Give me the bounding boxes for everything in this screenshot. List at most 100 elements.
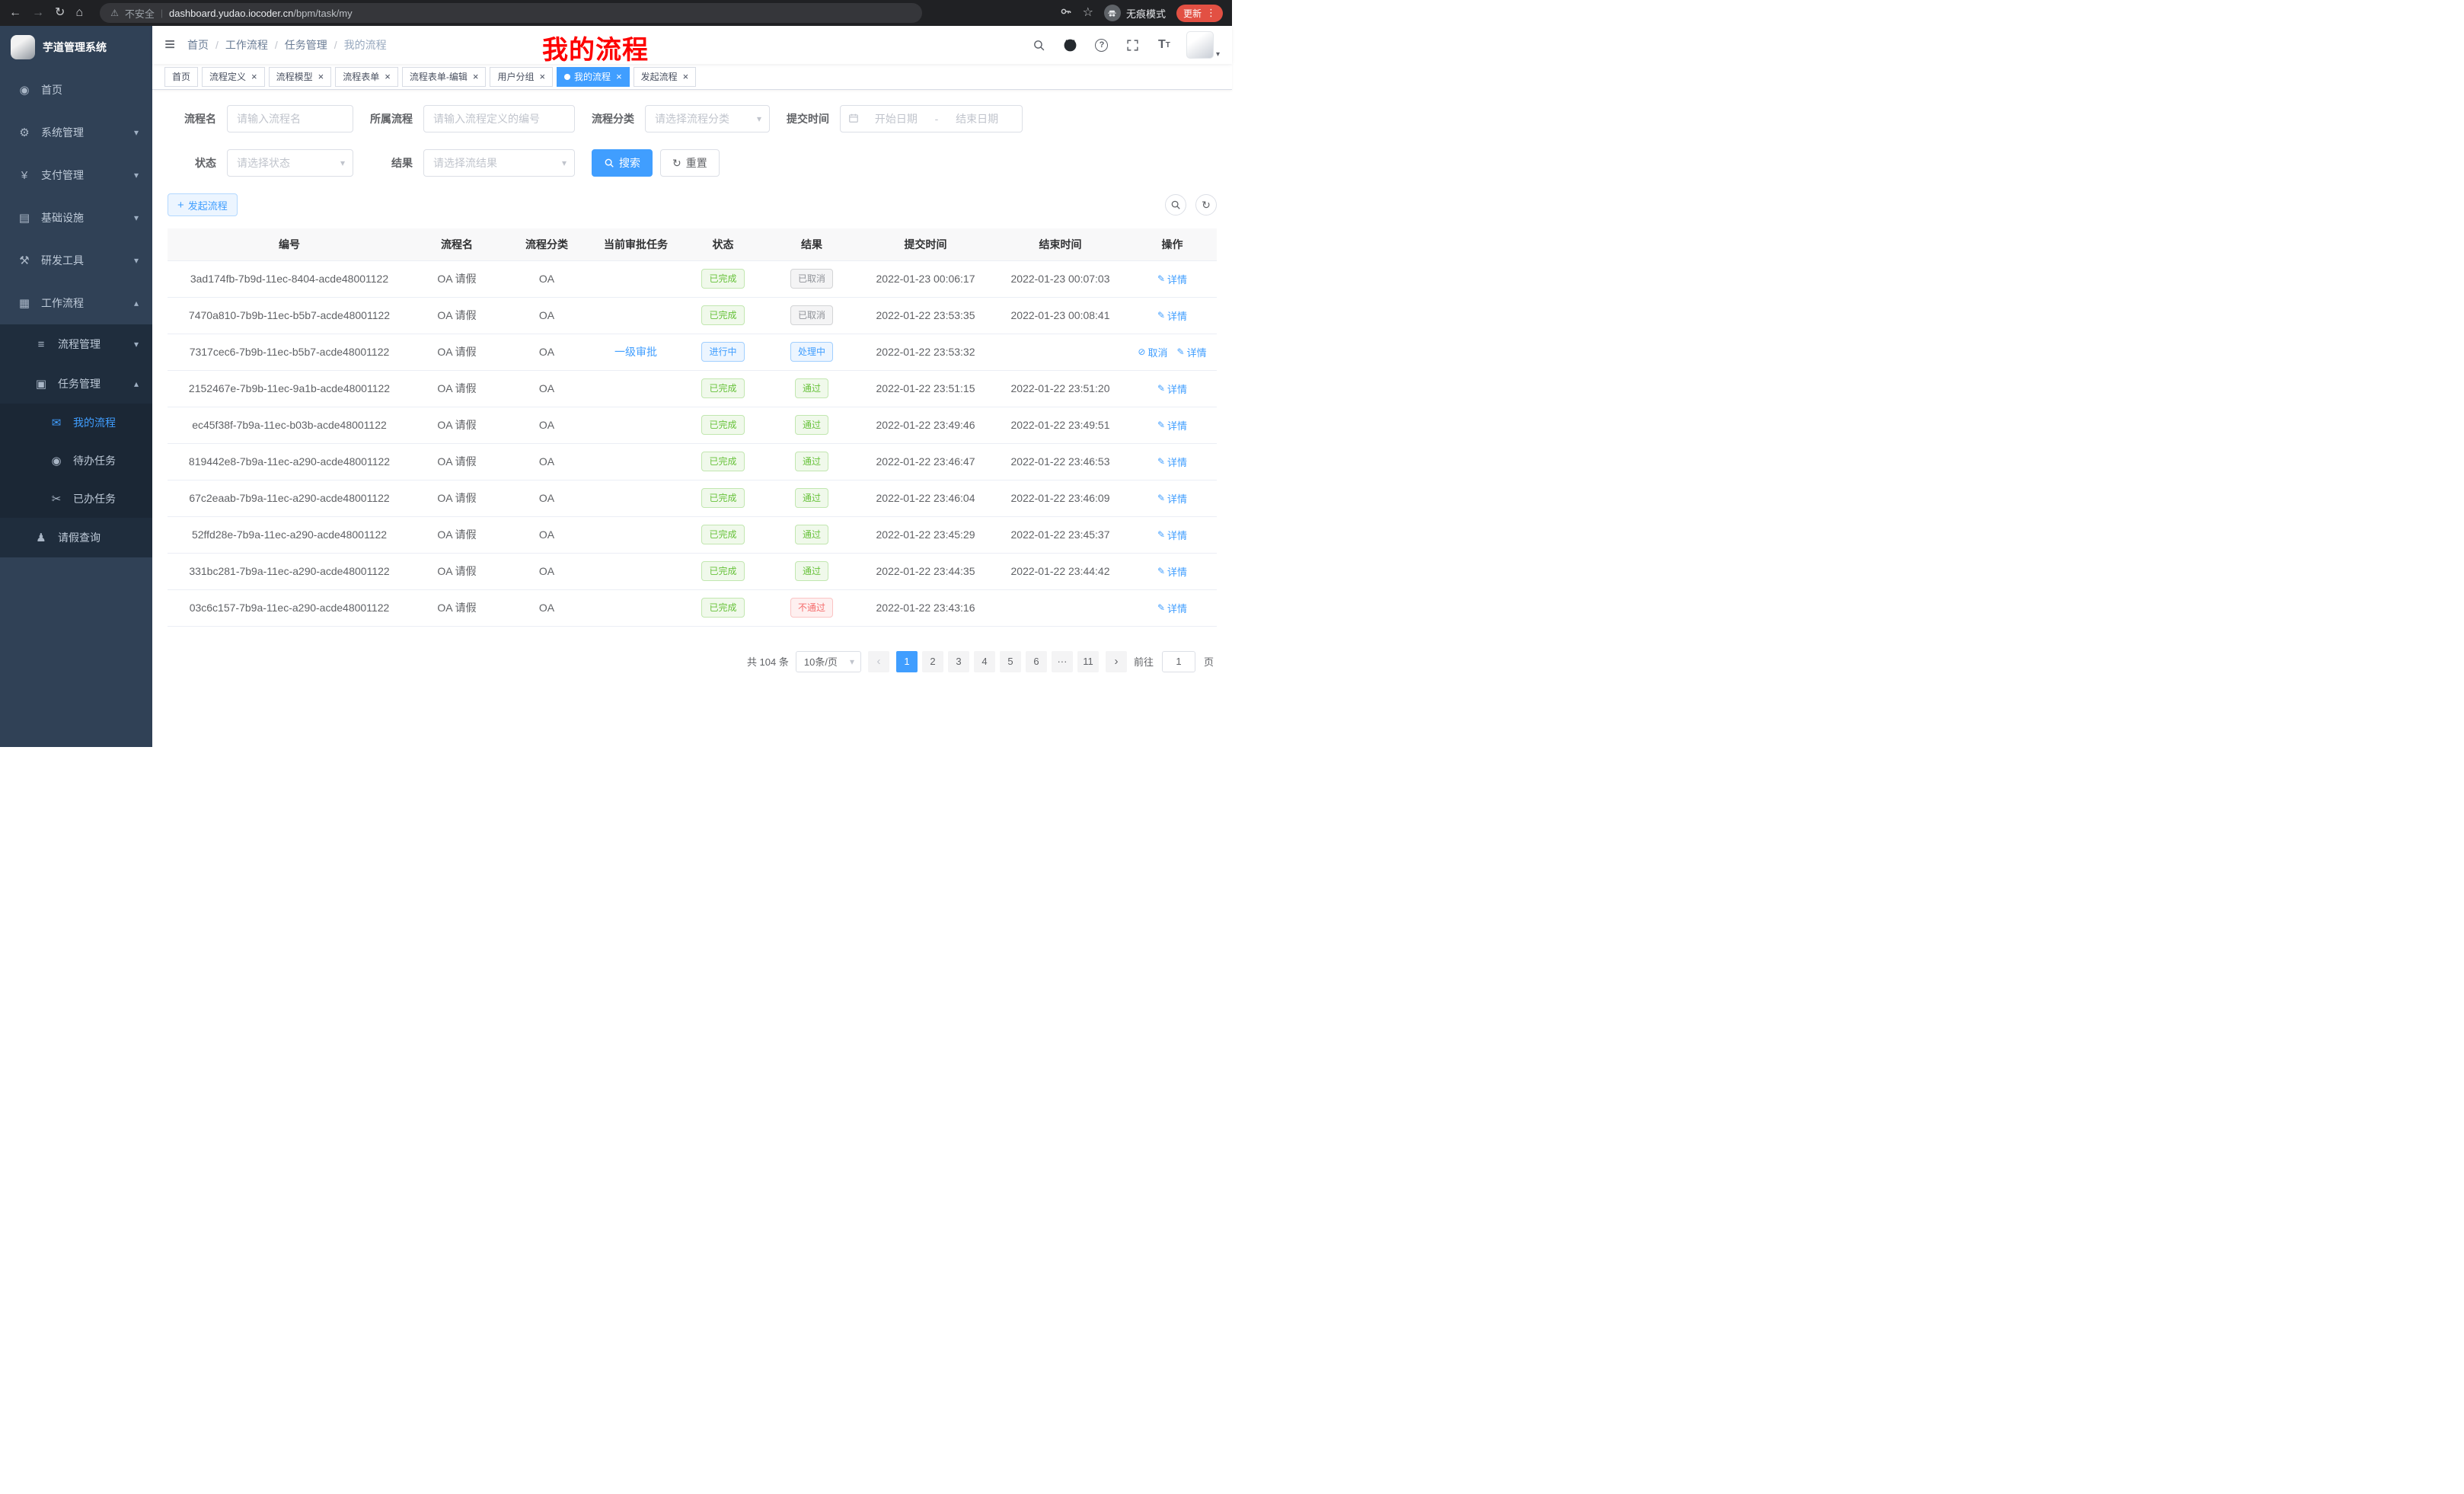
profile-chip[interactable]: 无痕模式 bbox=[1104, 5, 1166, 21]
start-date-placeholder[interactable]: 开始日期 bbox=[859, 111, 934, 126]
create-process-button[interactable]: + 发起流程 bbox=[168, 193, 238, 216]
detail-link[interactable]: ✎详情 bbox=[1157, 381, 1187, 396]
font-size-icon[interactable]: TT bbox=[1155, 36, 1173, 54]
page-button[interactable]: 6 bbox=[1026, 651, 1047, 672]
cell-name: OA 请假 bbox=[411, 480, 503, 516]
update-button[interactable]: 更新 ⋮ bbox=[1176, 5, 1223, 22]
sidebar-item-todo-task[interactable]: ◉待办任务 bbox=[0, 442, 152, 480]
fullscreen-icon[interactable] bbox=[1124, 36, 1142, 54]
goto-page-input[interactable] bbox=[1162, 651, 1195, 672]
result-tag: 已取消 bbox=[790, 305, 833, 325]
next-page-button[interactable]: › bbox=[1106, 651, 1127, 672]
tab-form-edit[interactable]: 流程表单-编辑× bbox=[402, 67, 487, 87]
status-select[interactable]: 请选择状态 ▾ bbox=[227, 149, 353, 177]
detail-link[interactable]: ✎详情 bbox=[1157, 601, 1187, 615]
back-arrow-icon[interactable]: ← bbox=[9, 7, 21, 19]
breadcrumb-item[interactable]: 任务管理 bbox=[285, 37, 327, 53]
key-icon[interactable] bbox=[1060, 5, 1072, 21]
more-menu-icon[interactable]: ⋮ bbox=[1206, 7, 1216, 19]
action-label: 取消 bbox=[1147, 345, 1167, 359]
hamburger-icon[interactable]: ≡ bbox=[164, 36, 175, 54]
security-label[interactable]: 不安全 bbox=[125, 6, 155, 21]
submit-time-range[interactable]: 开始日期 - 结束日期 bbox=[840, 105, 1023, 132]
detail-link[interactable]: ✎详情 bbox=[1157, 491, 1187, 506]
detail-link[interactable]: ✎详情 bbox=[1157, 418, 1187, 433]
cancel-link[interactable]: ⊘取消 bbox=[1138, 345, 1167, 359]
sidebar-item-task-manage[interactable]: ▣任务管理▴ bbox=[0, 364, 152, 404]
tab-user-group[interactable]: 用户分组× bbox=[490, 67, 553, 87]
sidebar-item-payment[interactable]: ¥支付管理▾ bbox=[0, 154, 152, 196]
end-date-placeholder[interactable]: 结束日期 bbox=[940, 111, 1014, 126]
tab-my-process[interactable]: 我的流程× bbox=[557, 67, 630, 87]
bookmark-star-icon[interactable]: ☆ bbox=[1083, 7, 1093, 19]
sidebar-item-process-manage[interactable]: ≡流程管理▾ bbox=[0, 324, 152, 364]
help-icon[interactable]: ? bbox=[1093, 36, 1111, 54]
page-size-select[interactable]: 10条/页 ▾ bbox=[796, 651, 861, 672]
task-link[interactable]: 一级审批 bbox=[614, 346, 657, 358]
sidebar-item-leave-query[interactable]: ♟请假查询 bbox=[0, 518, 152, 557]
search-icon[interactable] bbox=[1030, 36, 1048, 54]
reload-icon[interactable]: ↻ bbox=[55, 7, 65, 19]
detail-link[interactable]: ✎详情 bbox=[1157, 455, 1187, 469]
sidebar-item-system[interactable]: ⚙系统管理▾ bbox=[0, 111, 152, 154]
sidebar-item-home[interactable]: ◉首页 bbox=[0, 69, 152, 111]
chevron-up-icon: ▴ bbox=[134, 378, 139, 389]
close-icon[interactable]: × bbox=[473, 72, 479, 81]
page-button[interactable]: 11 bbox=[1077, 651, 1099, 672]
detail-icon: ✎ bbox=[1157, 310, 1165, 321]
reset-button[interactable]: ↻ 重置 bbox=[660, 149, 720, 177]
page-button[interactable]: 3 bbox=[948, 651, 969, 672]
close-icon[interactable]: × bbox=[251, 72, 257, 81]
page-button[interactable]: 2 bbox=[922, 651, 943, 672]
detail-icon: ✎ bbox=[1157, 529, 1165, 540]
page-button[interactable]: 4 bbox=[974, 651, 995, 672]
github-icon[interactable] bbox=[1061, 36, 1080, 54]
address-bar[interactable]: ⚠ 不安全 | dashboard.yudao.iocoder.cn/bpm/t… bbox=[100, 3, 922, 23]
close-icon[interactable]: × bbox=[616, 72, 622, 81]
process-name-input[interactable] bbox=[227, 105, 353, 132]
close-icon[interactable]: × bbox=[539, 72, 545, 81]
browser-home-icon[interactable]: ⌂ bbox=[75, 7, 83, 19]
prev-page-button[interactable]: ‹ bbox=[868, 651, 889, 672]
cell-task bbox=[591, 260, 681, 297]
breadcrumb-item[interactable]: 首页 bbox=[187, 37, 209, 53]
tab-process-def[interactable]: 流程定义× bbox=[202, 67, 265, 87]
search-toggle-icon[interactable] bbox=[1165, 194, 1186, 215]
cell-status: 已完成 bbox=[681, 297, 765, 334]
sidebar-item-label: 请假查询 bbox=[58, 530, 101, 545]
detail-link[interactable]: ✎详情 bbox=[1177, 345, 1207, 359]
tab-process-form[interactable]: 流程表单× bbox=[335, 67, 398, 87]
avatar[interactable] bbox=[1186, 31, 1214, 59]
close-icon[interactable]: × bbox=[318, 72, 324, 81]
page-button[interactable]: 1 bbox=[896, 651, 918, 672]
chevron-down-icon: ▾ bbox=[340, 158, 345, 168]
category-select[interactable]: 请选择流程分类 ▾ bbox=[645, 105, 770, 132]
sidebar-item-done-task[interactable]: ✂已办任务 bbox=[0, 480, 152, 518]
user-menu[interactable]: ▾ bbox=[1186, 31, 1220, 59]
result-select[interactable]: 请选择流结果 ▾ bbox=[423, 149, 575, 177]
detail-link[interactable]: ✎详情 bbox=[1157, 308, 1187, 323]
cell-result: 已取消 bbox=[765, 297, 858, 334]
sidebar-item-infrastructure[interactable]: ▤基础设施▾ bbox=[0, 196, 152, 239]
search-button[interactable]: 搜索 bbox=[592, 149, 653, 177]
tab-process-model[interactable]: 流程模型× bbox=[269, 67, 332, 87]
breadcrumb-item[interactable]: 工作流程 bbox=[225, 37, 268, 53]
detail-link[interactable]: ✎详情 bbox=[1157, 564, 1187, 579]
refresh-table-icon[interactable]: ↻ bbox=[1195, 194, 1217, 215]
tab-home[interactable]: 首页 bbox=[164, 67, 198, 87]
result-tag: 通过 bbox=[795, 415, 828, 435]
forward-arrow-icon[interactable]: → bbox=[32, 7, 44, 19]
close-icon[interactable]: × bbox=[385, 72, 391, 81]
cell-category: OA bbox=[503, 370, 591, 407]
detail-link[interactable]: ✎详情 bbox=[1157, 272, 1187, 286]
close-icon[interactable]: × bbox=[683, 72, 689, 81]
process-def-input[interactable] bbox=[423, 105, 575, 132]
detail-link[interactable]: ✎详情 bbox=[1157, 528, 1187, 542]
pager-ellipsis[interactable]: ··· bbox=[1052, 651, 1073, 672]
sidebar-item-workflow[interactable]: ▦工作流程▴ bbox=[0, 282, 152, 324]
page-button[interactable]: 5 bbox=[1000, 651, 1021, 672]
sidebar-item-my-process[interactable]: ✉我的流程 bbox=[0, 404, 152, 442]
cell-status: 已完成 bbox=[681, 589, 765, 626]
sidebar-item-dev-tools[interactable]: ⚒研发工具▾ bbox=[0, 239, 152, 282]
tab-start-process[interactable]: 发起流程× bbox=[634, 67, 697, 87]
